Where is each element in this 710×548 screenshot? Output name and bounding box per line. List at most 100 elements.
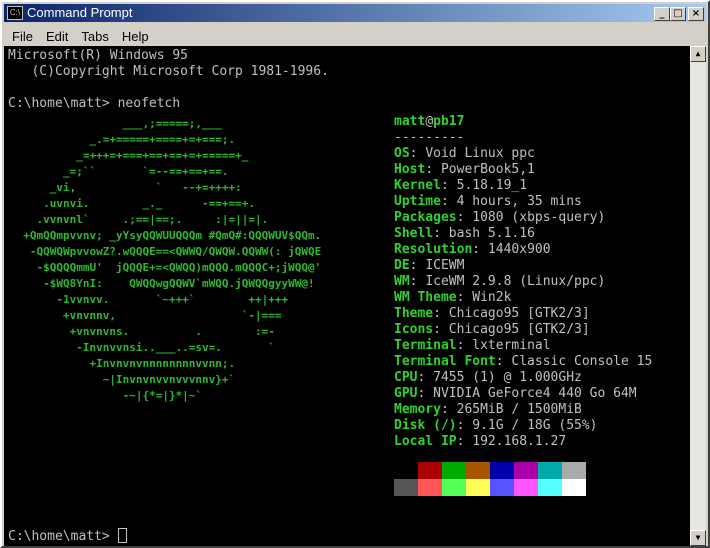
info-key: Resolution bbox=[394, 242, 473, 257]
info-row: Packages: 1080 (xbps-query) bbox=[394, 210, 652, 226]
info-colon: : bbox=[417, 370, 434, 385]
menu-edit[interactable]: Edit bbox=[38, 26, 73, 46]
menu-help[interactable]: Help bbox=[114, 26, 154, 46]
host-name: pb17 bbox=[433, 114, 465, 129]
info-colon: : bbox=[440, 194, 457, 209]
info-colon: : bbox=[456, 418, 473, 433]
info-key: Icons bbox=[394, 322, 434, 337]
info-colon: : bbox=[433, 306, 449, 321]
maximize-button[interactable]: □ bbox=[670, 7, 686, 21]
info-key: WM Theme bbox=[394, 290, 457, 305]
info-row: WM Theme: Win2k bbox=[394, 290, 652, 306]
info-colon: : bbox=[495, 354, 512, 369]
info-colon: : bbox=[440, 178, 457, 193]
info-row: Disk (/): 9.1G / 18G (55%) bbox=[394, 418, 652, 434]
info-row: Shell: bash 5.1.16 bbox=[394, 226, 652, 242]
info-key: Uptime bbox=[394, 194, 441, 209]
info-key: WM bbox=[394, 274, 410, 289]
menu-file[interactable]: File bbox=[4, 26, 38, 46]
info-row: Resolution: 1440x900 bbox=[394, 242, 652, 258]
info-key: Terminal Font bbox=[394, 354, 496, 369]
color-swatch bbox=[394, 479, 418, 496]
info-row: Terminal: lxterminal bbox=[394, 338, 652, 354]
info-key: Memory bbox=[394, 402, 441, 417]
info-row: Theme: Chicago95 [GTK2/3] bbox=[394, 306, 652, 322]
info-colon: : bbox=[456, 290, 473, 305]
info-value: 5.18.19_1 bbox=[456, 178, 528, 193]
info-key: Kernel bbox=[394, 178, 441, 193]
info-key: GPU bbox=[394, 386, 418, 401]
info-row: DE: ICEWM bbox=[394, 258, 652, 274]
system-info: matt@pb17 --------- OS: Void Linux ppc Ho… bbox=[394, 114, 652, 450]
info-row: GPU: NVIDIA GeForce4 440 Go 64M bbox=[394, 386, 652, 402]
info-colon: : bbox=[456, 338, 473, 353]
menu-bar: File Edit Tabs Help bbox=[4, 26, 706, 46]
banner-line-2: (C)Copyright Microsoft Corp 1981-1996. bbox=[8, 64, 329, 79]
prompt: C:\home\matt> bbox=[8, 529, 118, 544]
command-line: C:\home\matt> neofetch bbox=[8, 96, 181, 111]
info-key: Disk (/) bbox=[394, 418, 457, 433]
command-prompt-window: C:\ Command Prompt _ □ × File Edit Tabs Hel… bbox=[0, 0, 710, 548]
minimize-icon: _ bbox=[659, 8, 665, 19]
info-key: OS bbox=[394, 146, 410, 161]
info-key: Shell bbox=[394, 226, 434, 241]
info-key: CPU bbox=[394, 370, 418, 385]
info-key: Host bbox=[394, 162, 426, 177]
color-swatch bbox=[466, 462, 490, 479]
info-value: lxterminal bbox=[472, 338, 551, 353]
info-colon: : bbox=[425, 162, 441, 177]
info-colon: : bbox=[409, 146, 426, 161]
info-key: Terminal bbox=[394, 338, 457, 353]
info-row: OS: Void Linux ppc bbox=[394, 146, 652, 162]
info-key: DE bbox=[394, 258, 410, 273]
info-value: Void Linux ppc bbox=[425, 146, 535, 161]
info-colon: : bbox=[456, 210, 473, 225]
info-key: Local IP bbox=[394, 434, 457, 449]
color-swatch bbox=[418, 462, 442, 479]
info-value: Chicago95 [GTK2/3] bbox=[448, 306, 590, 321]
info-value: 4 hours, 35 mins bbox=[456, 194, 582, 209]
info-value: ICEWM bbox=[425, 258, 465, 273]
command-prompt-icon[interactable]: C:\ bbox=[7, 6, 23, 20]
close-button[interactable]: × bbox=[688, 7, 704, 21]
info-row: WM: IceWM 2.9.8 (Linux/ppc) bbox=[394, 274, 652, 290]
menu-tabs[interactable]: Tabs bbox=[73, 26, 113, 46]
separator: --------- bbox=[394, 130, 465, 145]
info-row: Kernel: 5.18.19_1 bbox=[394, 178, 652, 194]
info-value: Chicago95 [GTK2/3] bbox=[448, 322, 590, 337]
user-host: matt@pb17 bbox=[394, 114, 652, 130]
info-row: Icons: Chicago95 [GTK2/3] bbox=[394, 322, 652, 338]
close-icon: × bbox=[691, 8, 701, 19]
color-swatch bbox=[538, 479, 562, 496]
color-swatch bbox=[562, 462, 586, 479]
info-value: IceWM 2.9.8 (Linux/ppc) bbox=[425, 274, 606, 289]
scroll-down-button[interactable]: ▼ bbox=[690, 530, 706, 546]
title-bar[interactable]: C:\ Command Prompt _ □ × bbox=[4, 4, 706, 22]
info-value: NVIDIA GeForce4 440 Go 64M bbox=[433, 386, 637, 401]
at-sign: @ bbox=[425, 114, 434, 129]
info-colon: : bbox=[409, 258, 426, 273]
info-value: 265MiB / 1500MiB bbox=[456, 402, 582, 417]
arrow-up-icon: ▲ bbox=[695, 49, 701, 58]
info-value: 192.168.1.27 bbox=[472, 434, 567, 449]
color-swatch bbox=[514, 479, 538, 496]
scroll-up-button[interactable]: ▲ bbox=[690, 46, 706, 62]
vertical-scrollbar[interactable]: ▲ ▼ bbox=[690, 46, 706, 546]
terminal-area[interactable]: Microsoft(R) Windows 95 (C)Copyright Mic… bbox=[4, 46, 690, 546]
info-value: 1440x900 bbox=[487, 242, 551, 257]
void-linux-ascii-logo: ___,;=====;,___ _.=+=====+====+=+===;. _… bbox=[23, 117, 322, 402]
color-swatch bbox=[514, 462, 538, 479]
info-value: bash 5.1.16 bbox=[448, 226, 535, 241]
window-title: Command Prompt bbox=[27, 5, 133, 20]
color-swatch bbox=[466, 479, 490, 496]
info-key: Packages bbox=[394, 210, 457, 225]
info-key: Theme bbox=[394, 306, 434, 321]
info-colon: : bbox=[456, 434, 473, 449]
info-colon: : bbox=[440, 402, 457, 417]
info-colon: : bbox=[472, 242, 488, 257]
color-palette bbox=[394, 462, 586, 496]
maximize-icon: □ bbox=[673, 8, 683, 19]
minimize-button[interactable]: _ bbox=[654, 7, 670, 21]
prompt-line: C:\home\matt> bbox=[8, 528, 127, 545]
color-swatch bbox=[442, 462, 466, 479]
